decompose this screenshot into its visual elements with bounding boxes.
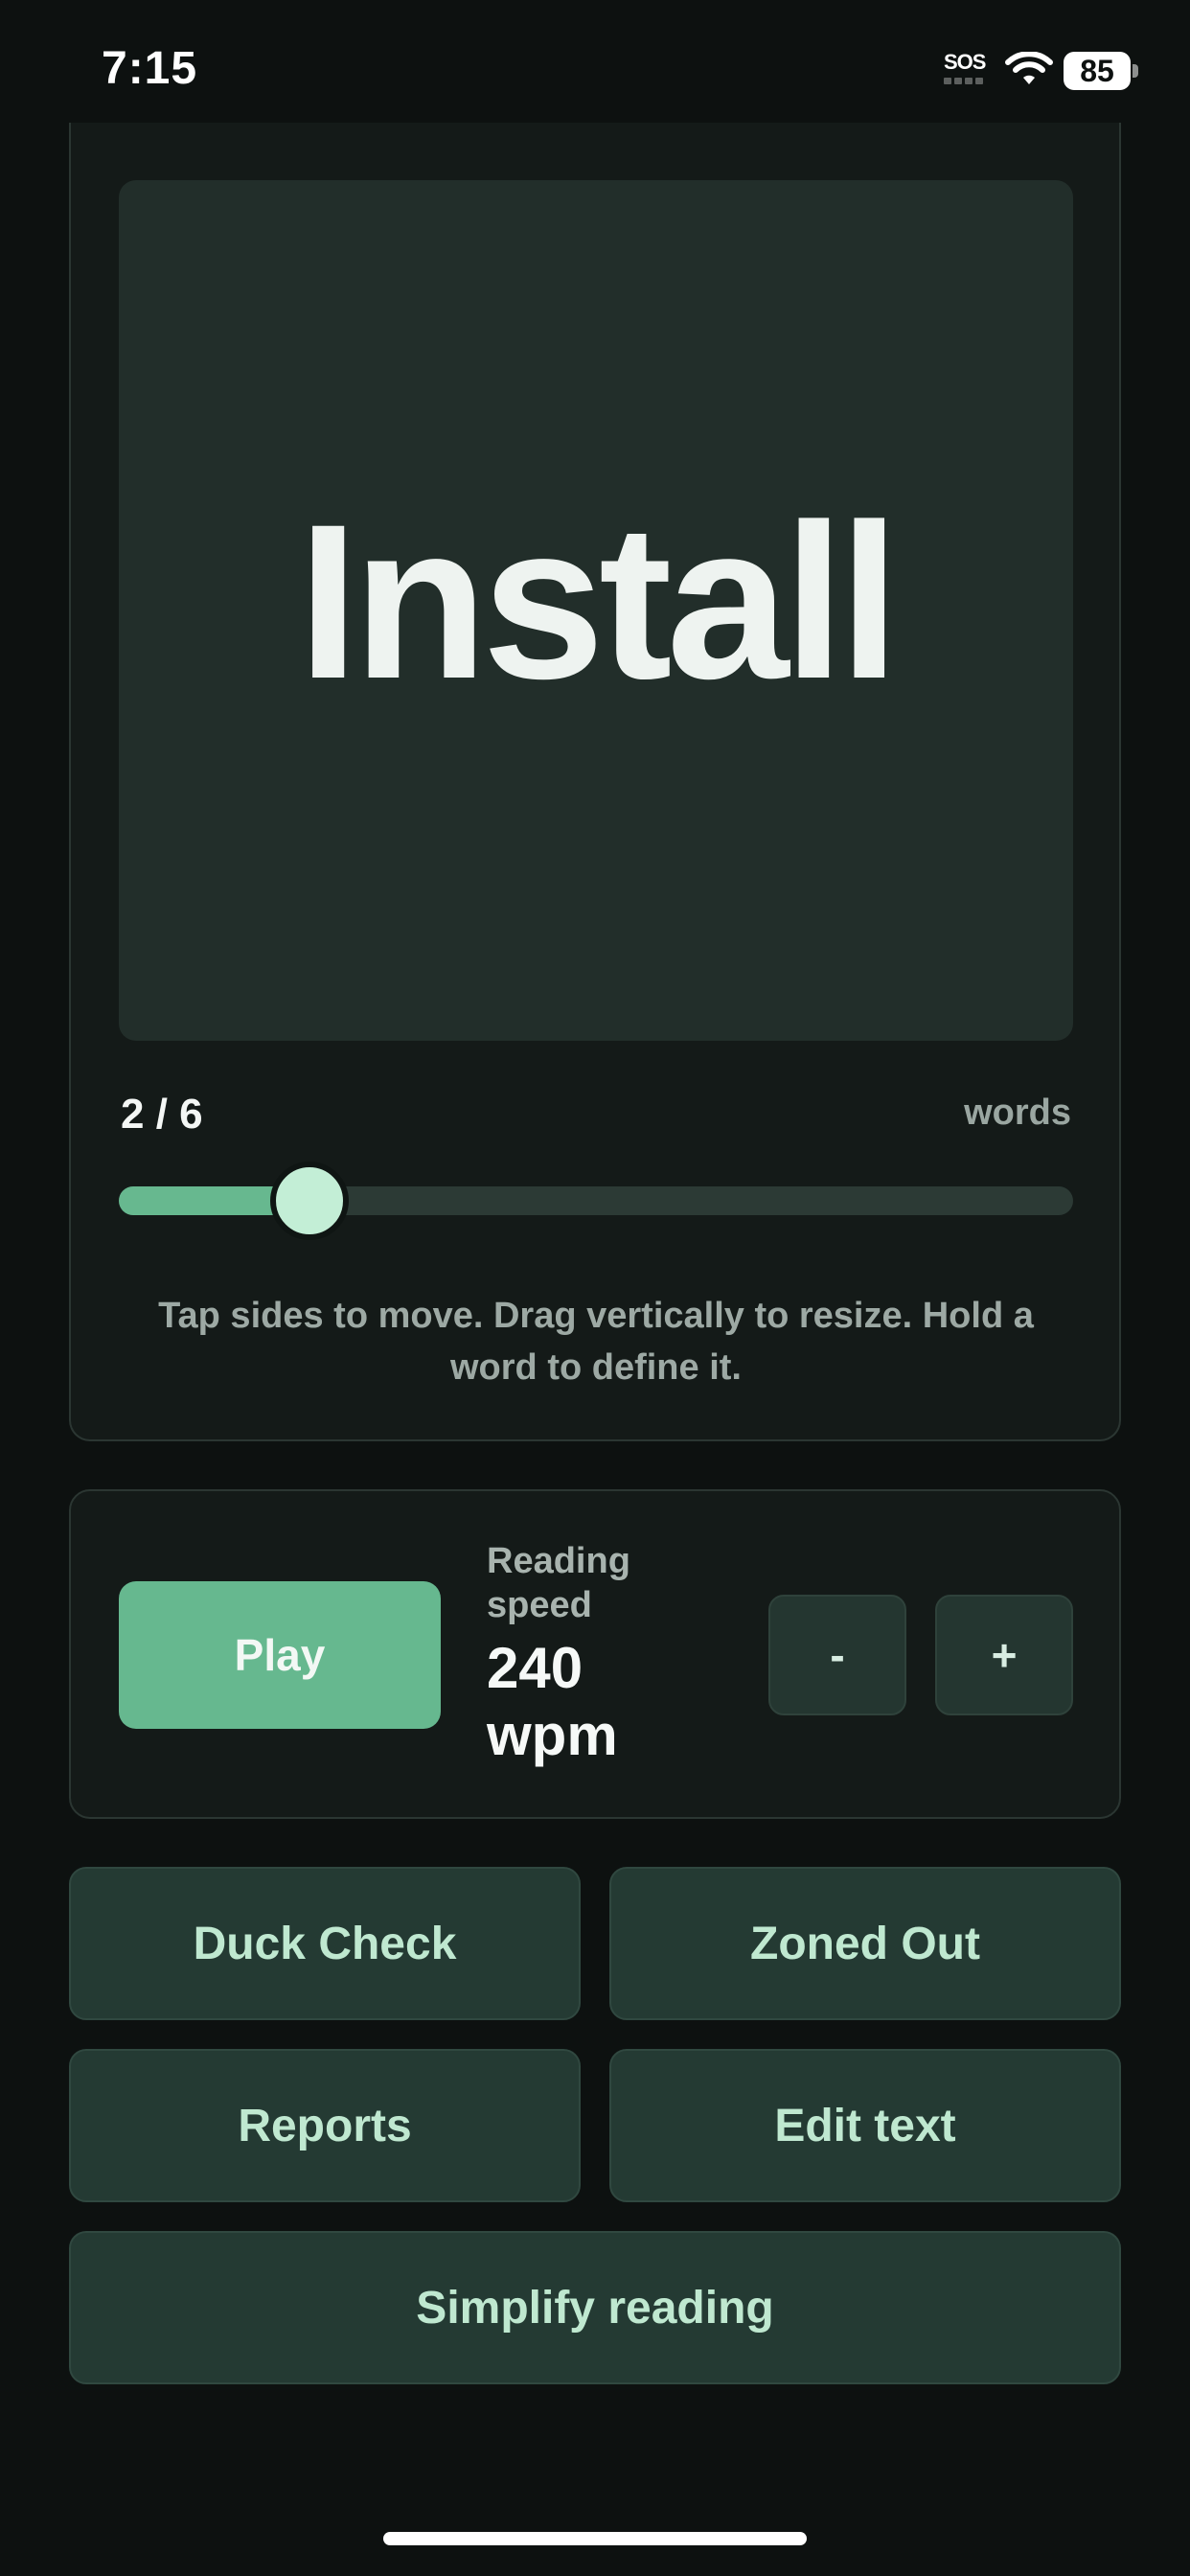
progress-count: 2 / 6 bbox=[121, 1091, 203, 1138]
decrease-speed-button[interactable]: - bbox=[768, 1595, 906, 1715]
play-button[interactable]: Play bbox=[119, 1581, 441, 1729]
progress-unit: words bbox=[964, 1092, 1071, 1133]
sos-label: SOS bbox=[944, 50, 986, 74]
speed-card: Play Reading speed 240 wpm - + bbox=[69, 1489, 1121, 1819]
status-bar: 7:15 SOS 85 bbox=[0, 0, 1190, 138]
home-indicator[interactable] bbox=[383, 2532, 807, 2545]
reader-card: Install 2 / 6 words Tap sides to move. D… bbox=[69, 123, 1121, 1441]
current-word[interactable]: Install bbox=[298, 474, 901, 728]
status-time: 7:15 bbox=[102, 43, 198, 94]
progress-slider[interactable] bbox=[119, 1162, 1073, 1240]
sos-signal-icon: SOS bbox=[944, 52, 988, 90]
signal-dots bbox=[944, 78, 988, 84]
progress-thumb[interactable] bbox=[270, 1162, 349, 1240]
hint-text: Tap sides to move. Drag vertically to re… bbox=[158, 1296, 1034, 1388]
battery-level: 85 bbox=[1064, 52, 1131, 90]
battery-icon: 85 bbox=[1064, 52, 1138, 90]
reading-speed-value: 240 wpm bbox=[487, 1636, 618, 1767]
duck-check-button[interactable]: Duck Check bbox=[69, 1867, 581, 2020]
reports-button[interactable]: Reports bbox=[69, 2049, 581, 2202]
reader-screen: 7:15 SOS 85 Install 2 / 6 words Tap side… bbox=[0, 0, 1190, 2576]
edit-text-button[interactable]: Edit text bbox=[609, 2049, 1121, 2202]
word-display[interactable]: Install bbox=[119, 180, 1073, 1041]
zoned-out-button[interactable]: Zoned Out bbox=[609, 1867, 1121, 2020]
wifi-icon bbox=[1005, 52, 1053, 84]
reading-speed-label: Reading speed bbox=[487, 1541, 630, 1625]
simplify-reading-button[interactable]: Simplify reading bbox=[69, 2231, 1121, 2384]
increase-speed-button[interactable]: + bbox=[935, 1595, 1073, 1715]
